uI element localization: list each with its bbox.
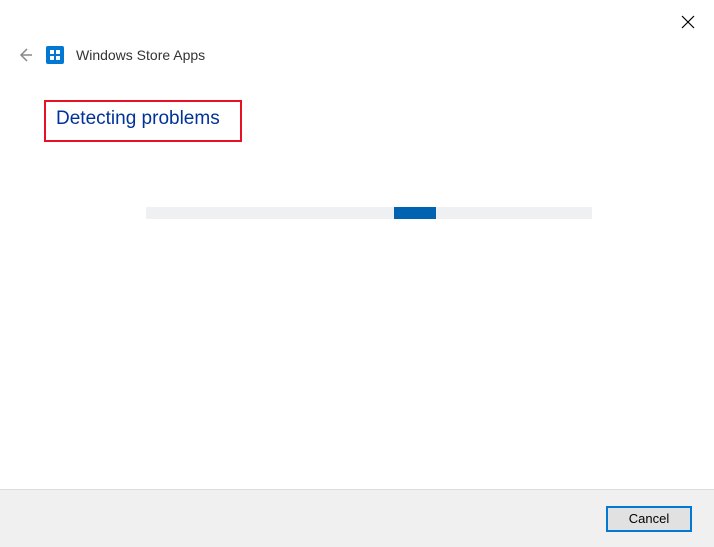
close-icon <box>681 15 695 29</box>
cancel-button[interactable]: Cancel <box>606 506 692 532</box>
dialog-footer: Cancel <box>0 489 714 547</box>
close-button[interactable] <box>680 14 696 30</box>
back-button[interactable] <box>16 46 34 64</box>
arrow-left-icon <box>17 47 33 63</box>
progress-bar <box>146 207 592 219</box>
progress-bar-fill <box>394 207 436 219</box>
status-heading-highlight: Detecting problems <box>44 100 242 142</box>
window-title: Windows Store Apps <box>76 47 205 63</box>
windows-store-icon <box>46 46 64 64</box>
status-heading: Detecting problems <box>56 108 220 130</box>
window-header: Windows Store Apps <box>16 46 205 64</box>
